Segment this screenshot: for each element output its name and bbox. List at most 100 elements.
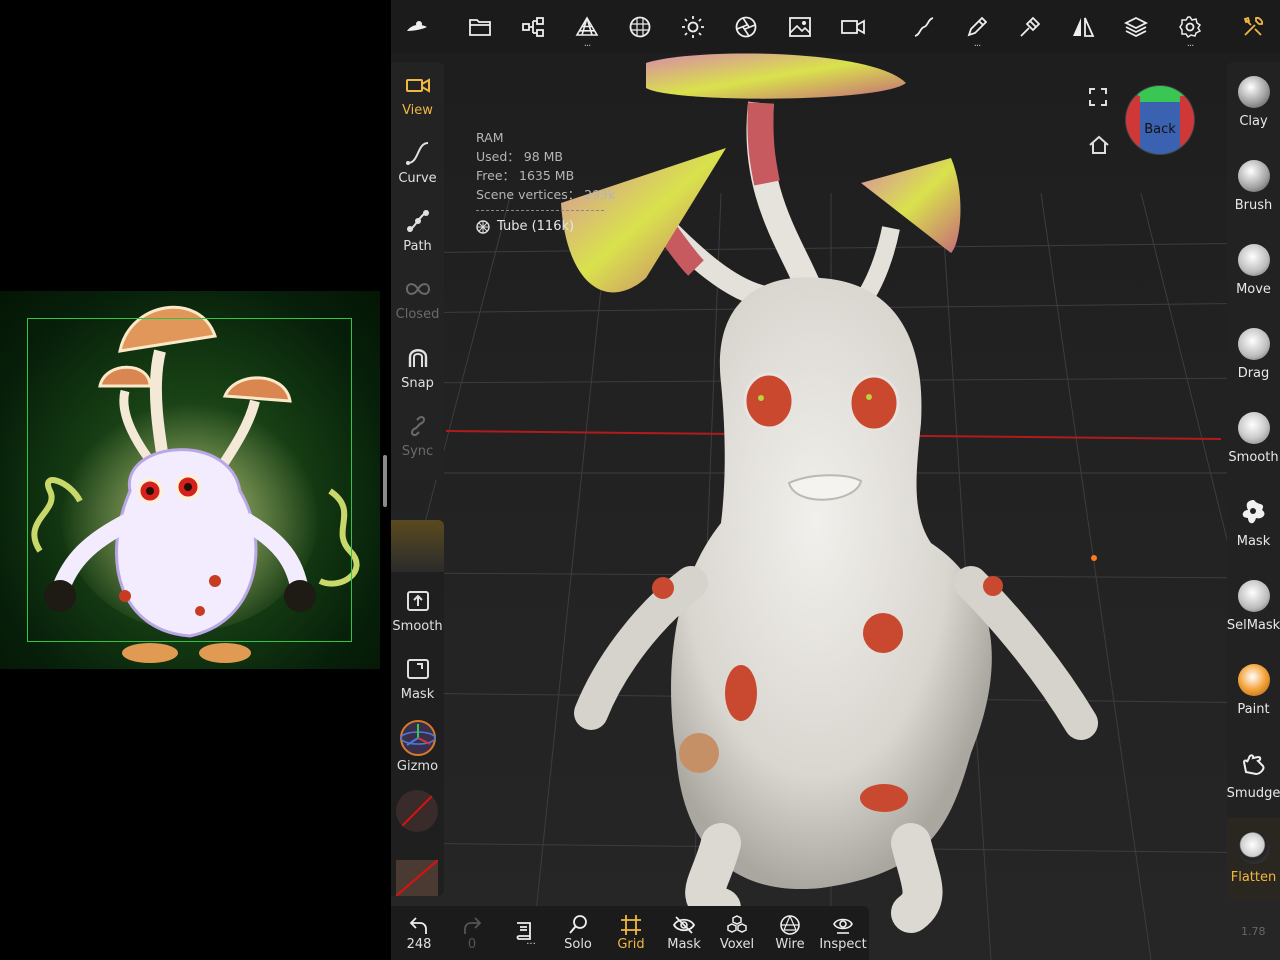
object-mesh-icon	[476, 219, 490, 234]
alpha-preview[interactable]	[396, 790, 438, 832]
link-icon	[410, 415, 425, 437]
wireframe-sphere-icon	[780, 915, 800, 935]
redo-icon	[464, 917, 482, 934]
mask-visibility-button[interactable]: Mask	[658, 906, 710, 960]
3d-viewport[interactable]: RAM Used： 98 MB Free： 1635 MB Scene vert…	[391, 53, 1280, 960]
stroke-button[interactable]	[904, 8, 944, 46]
smudge-hand-icon	[1242, 754, 1264, 776]
camera-orientation-cube[interactable]: Back	[1126, 86, 1194, 154]
scene-button[interactable]	[513, 8, 553, 46]
scene-vertices: Scene vertices： 293k	[476, 187, 616, 202]
mask-visibility-label: Mask	[667, 937, 701, 952]
tool-smudge[interactable]: Smudge	[1227, 734, 1280, 816]
smooth-sphere-icon	[1237, 412, 1270, 444]
fullscreen-icon[interactable]	[1088, 87, 1108, 107]
inspect-button[interactable]: Inspect	[817, 906, 869, 960]
grid-icon	[621, 915, 641, 935]
brush-button[interactable]: ...	[957, 8, 997, 49]
layers-icon	[1124, 16, 1148, 38]
path-button[interactable]: Path	[391, 198, 444, 264]
tool-brush-label: Brush	[1234, 198, 1273, 213]
smooth-stroke-button[interactable]: Smooth	[391, 578, 444, 644]
snap-button[interactable]: Snap	[391, 335, 444, 401]
app-logo-button[interactable]	[397, 8, 437, 46]
curve-button[interactable]: Curve	[391, 130, 444, 196]
sculpt-tools-panel: Clay Brush Move Drag Smooth Mask SelMask…	[1227, 62, 1280, 900]
infinity-icon	[405, 283, 430, 295]
tool-brush[interactable]: Brush	[1227, 146, 1280, 228]
tool-mask[interactable]: Mask	[1227, 482, 1280, 564]
tool-move-label: Move	[1236, 282, 1271, 297]
camera-button[interactable]	[833, 8, 873, 46]
move-sphere-icon	[1237, 244, 1270, 276]
files-button[interactable]	[460, 8, 500, 46]
voxel-label: Voxel	[719, 937, 755, 952]
flatten-sphere-icon	[1237, 832, 1270, 864]
brush-sphere-icon	[1237, 160, 1270, 192]
closed-button[interactable]: Closed	[391, 266, 444, 332]
topology-button[interactable]: ...	[567, 8, 607, 49]
symmetry-button[interactable]	[1063, 8, 1103, 46]
ram-title: RAM	[476, 130, 504, 145]
clay-sphere-icon	[1237, 76, 1270, 108]
tool-flatten[interactable]: Flatten	[1227, 818, 1280, 900]
stroke-tool-panel: Smooth Mask Gizmo	[391, 520, 444, 896]
path-label: Path	[403, 239, 432, 254]
home-icon[interactable]	[1088, 135, 1110, 155]
pivot-point	[1091, 555, 1097, 561]
tool-smooth[interactable]: Smooth	[1227, 398, 1280, 480]
paint-sphere-icon	[1237, 664, 1270, 696]
postprocess-button[interactable]	[726, 8, 766, 46]
solo-button[interactable]: Solo	[552, 906, 604, 960]
material-button[interactable]	[620, 8, 660, 46]
no-alpha-slash-icon	[396, 790, 438, 832]
selected-object-row[interactable]: Tube (116k)	[476, 217, 615, 236]
snap-label: Snap	[401, 376, 434, 391]
redo-button[interactable]: 0	[446, 906, 498, 960]
tool-selmask[interactable]: SelMask	[1227, 566, 1280, 648]
inspect-eye-icon	[833, 918, 853, 934]
closed-label: Closed	[395, 307, 440, 322]
brush-icon	[967, 16, 988, 37]
lighting-button[interactable]	[673, 8, 713, 46]
split-view-handle[interactable]	[383, 455, 387, 507]
sync-button[interactable]: Sync	[391, 403, 444, 469]
tool-clay-label: Clay	[1239, 114, 1268, 129]
tool-move[interactable]: Move	[1227, 230, 1280, 312]
voxel-button[interactable]: Voxel	[711, 906, 763, 960]
selmask-sphere-icon	[1237, 580, 1270, 612]
background-button[interactable]	[780, 8, 820, 46]
tool-paint[interactable]: Paint	[1227, 650, 1280, 732]
tool-clay[interactable]: Clay	[1227, 62, 1280, 144]
settings-button[interactable]: ...	[1170, 8, 1210, 49]
camera-icon	[841, 19, 865, 35]
light-icon	[682, 16, 704, 38]
cube-right-face	[1180, 96, 1194, 146]
view-label: View	[402, 103, 433, 118]
history-button[interactable]: ...	[498, 906, 550, 960]
tool-flatten-label: Flatten	[1230, 870, 1277, 885]
inspect-label: Inspect	[819, 937, 867, 952]
nomad-logo-icon	[407, 21, 427, 31]
nomad-sculpt-app: RAM Used： 98 MB Free： 1635 MB Scene vert…	[391, 0, 1280, 960]
view-button[interactable]: View	[391, 62, 444, 128]
tools-button[interactable]	[1233, 8, 1273, 46]
material-sphere-icon	[629, 16, 651, 38]
tool-mask-label: Mask	[1236, 534, 1271, 549]
box-corner-icon	[406, 659, 429, 679]
search-icon	[569, 915, 587, 934]
gizmo-button[interactable]: Gizmo	[391, 714, 444, 786]
stroke-icon	[914, 17, 934, 37]
tool-settings-button[interactable]	[1010, 8, 1050, 46]
ram-free: Free： 1635 MB	[476, 168, 575, 183]
wireframe-button[interactable]: Wire	[764, 906, 816, 960]
color-swatch-bar[interactable]	[391, 520, 444, 572]
sync-label: Sync	[401, 444, 434, 459]
grid-button[interactable]: Grid	[605, 906, 657, 960]
undo-button[interactable]: 248	[393, 906, 445, 960]
texture-preview[interactable]	[396, 860, 438, 896]
video-camera-icon	[405, 78, 430, 93]
mask-stroke-button[interactable]: Mask	[391, 646, 444, 712]
layers-button[interactable]	[1116, 8, 1156, 46]
tool-drag[interactable]: Drag	[1227, 314, 1280, 396]
